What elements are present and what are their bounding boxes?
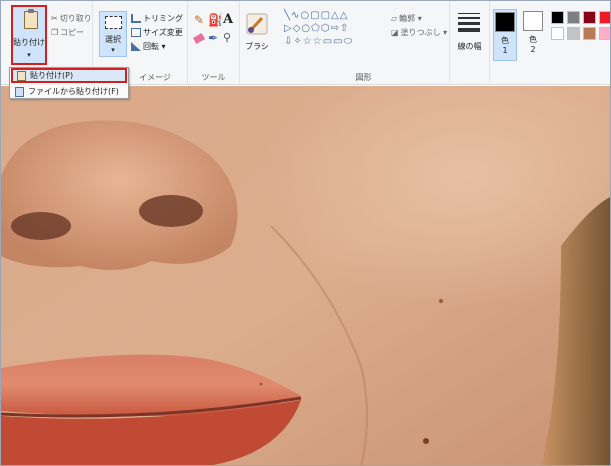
text-icon[interactable]: A <box>223 12 233 27</box>
image-file-icon <box>15 86 24 97</box>
color1-number: 1 <box>502 46 508 55</box>
magnifier-icon[interactable]: ⚲ <box>223 31 231 44</box>
brushes-label: ブラシ <box>245 42 269 51</box>
crop-label: トリミング <box>143 14 183 23</box>
outline-label: 輪郭 ▾ <box>399 14 422 23</box>
copy-icon: ❐ <box>51 28 59 37</box>
rotate-button[interactable]: 回転 ▾ <box>131 41 166 52</box>
color2-swatch <box>523 11 543 31</box>
paste-button[interactable]: 貼り付け ▾ <box>11 5 47 65</box>
size-group: 線の幅 <box>450 1 490 85</box>
paste-from-file-menu-item[interactable]: ファイルから貼り付け(F) <box>11 84 127 99</box>
color2-label: 色 <box>529 35 537 44</box>
cut-label: 切り取り <box>59 14 92 23</box>
fill-shape-icon: ◪ <box>391 28 399 37</box>
drawing-canvas[interactable] <box>1 86 610 465</box>
outline-button[interactable]: ▱ 輪郭 ▾ <box>391 13 422 24</box>
select-button[interactable]: 選択 ▾ <box>99 11 127 57</box>
rotate-icon <box>131 42 141 51</box>
rotate-label: 回転 ▾ <box>143 42 166 51</box>
outline-icon: ▱ <box>391 14 398 23</box>
color2-number: 2 <box>530 45 536 54</box>
tools-group: ✎ ⛽ A ✒ ⚲ ツール <box>188 1 240 85</box>
copy-button[interactable]: ❐ コピー <box>51 27 84 38</box>
line-width-icon[interactable] <box>458 13 480 32</box>
line-width-label: 線の幅 <box>457 42 482 51</box>
tools-group-label: ツール <box>201 73 226 82</box>
fill-button[interactable]: ◪ 塗りつぶし ▾ <box>391 27 447 38</box>
eraser-icon[interactable] <box>192 32 206 45</box>
color1-label: 色 <box>501 36 509 45</box>
shapes-row: ▷◇○⬠⬡⇨⇧ <box>284 23 350 34</box>
paste-dropdown-menu: 貼り付け(P) ファイルから貼り付け(F) <box>9 67 129 99</box>
palette-swatch[interactable] <box>583 11 596 24</box>
palette-swatch[interactable] <box>567 11 580 24</box>
scissors-icon: ✂ <box>51 14 58 23</box>
clipboard-icon <box>17 70 26 81</box>
color-picker-icon[interactable]: ✒ <box>208 31 218 45</box>
image-group-label: イメージ <box>139 73 171 82</box>
paste-label: 貼り付け <box>13 38 45 47</box>
color1-swatch <box>495 12 515 32</box>
shapes-group: ╲∿○▢▢△△ ▷◇○⬠⬡⇨⇧ ⇩✧☆☆▭▭⬭ ▱ 輪郭 ▾ ◪ 塗りつぶし ▾… <box>278 1 450 85</box>
crop-button[interactable]: トリミング <box>131 13 183 24</box>
palette-swatch[interactable] <box>599 11 610 24</box>
select-icon <box>105 16 122 29</box>
paste-menu-label: 貼り付け(P) <box>30 71 74 80</box>
color2-button[interactable]: 色 2 <box>521 9 545 61</box>
select-label: 選択 <box>105 35 121 44</box>
brush-icon <box>246 13 268 35</box>
palette-swatch[interactable] <box>599 27 610 40</box>
shapes-gallery[interactable]: ╲∿○▢▢△△ ▷◇○⬠⬡⇨⇧ ⇩✧☆☆▭▭⬭ <box>284 9 380 49</box>
shapes-group-label: 図形 <box>355 73 372 82</box>
palette-swatch[interactable] <box>551 27 564 40</box>
cut-button[interactable]: ✂ 切り取り <box>51 13 92 24</box>
paste-from-file-label: ファイルから貼り付け(F) <box>28 87 119 96</box>
color1-button[interactable]: 色 1 <box>493 9 517 61</box>
shapes-row: ╲∿○▢▢△△ <box>284 10 349 21</box>
resize-icon <box>131 28 141 37</box>
brushes-button[interactable]: ブラシ <box>244 11 270 61</box>
crop-icon <box>131 14 141 23</box>
shapes-row: ⇩✧☆☆▭▭⬭ <box>284 36 354 47</box>
brushes-group: ブラシ <box>240 1 278 85</box>
face-photo <box>1 86 610 465</box>
select-dropdown-icon[interactable]: ▾ <box>100 46 126 54</box>
resize-label: サイズ変更 <box>143 28 183 37</box>
pencil-icon[interactable]: ✎ <box>194 13 204 27</box>
copy-label: コピー <box>60 28 85 37</box>
resize-button[interactable]: サイズ変更 <box>131 27 183 38</box>
chevron-down-icon[interactable]: ▾ <box>13 51 45 59</box>
paint-window: 貼り付け ▾ ✂ 切り取り ❐ コピー 選択 ▾ トリミング サイズ変更 回転 … <box>0 0 611 466</box>
fill-icon[interactable]: ⛽ <box>208 13 223 27</box>
clipboard-icon <box>24 9 38 29</box>
fill-label: 塗りつぶし ▾ <box>400 28 448 37</box>
palette-swatch[interactable] <box>583 27 596 40</box>
palette-swatch[interactable] <box>551 11 564 24</box>
palette-swatch[interactable] <box>567 27 580 40</box>
paste-menu-item[interactable]: 貼り付け(P) <box>11 68 127 83</box>
